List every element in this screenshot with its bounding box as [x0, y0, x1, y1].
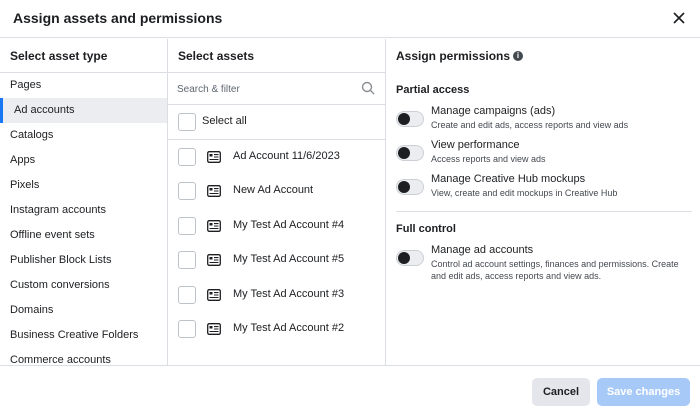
permission-name: View performance	[431, 139, 520, 151]
full-control-title: Full control	[396, 223, 456, 235]
asset-row[interactable]: My Test Ad Account #2	[168, 312, 385, 346]
permission-description: Access reports and view ads	[431, 154, 546, 164]
asset-checkbox[interactable]	[178, 148, 196, 166]
dialog-footer: Cancel Save changes	[0, 367, 700, 416]
ad-account-icon	[207, 323, 221, 335]
asset-label: New Ad Account	[233, 184, 314, 197]
asset-checkbox[interactable]	[178, 182, 196, 201]
permission-description: Control ad account settings, finances an…	[431, 259, 679, 281]
section-divider	[396, 211, 692, 212]
asset-type-pixels[interactable]: Pixels	[0, 173, 167, 198]
asset-type-instagram-accounts[interactable]: Instagram accounts	[0, 198, 167, 223]
permission-toggle[interactable]	[396, 179, 424, 195]
permission-text: Manage campaigns (ads) Create and edit a…	[431, 105, 691, 131]
asset-type-pages[interactable]: Pages	[0, 73, 167, 98]
permission-description: Create and edit ads, access reports and …	[431, 120, 629, 130]
permission-text: View performance Access reports and view…	[431, 139, 691, 165]
asset-type-business-creative-folders[interactable]: Business Creative Folders	[0, 323, 167, 348]
toggle-knob	[398, 252, 410, 264]
permissions-column: Assign permissions i Partial access Manag…	[386, 39, 700, 366]
assign-assets-dialog: Assign assets and permissions Select ass…	[0, 0, 700, 416]
asset-label: Ad Account 11/6/2023	[233, 150, 340, 162]
asset-row[interactable]: My Test Ad Account #3	[168, 278, 385, 312]
permission-text: Manage Creative Hub mockups View, create…	[431, 173, 691, 199]
asset-type-column: Select asset type Pages Ad accounts Cata…	[0, 39, 168, 366]
ad-account-icon	[207, 219, 221, 232]
permission-description: View, create and edit mockups in Creativ…	[431, 188, 618, 198]
dialog-title: Assign assets and permissions	[13, 10, 223, 26]
select-all-label: Select all	[202, 115, 247, 127]
search-row	[168, 73, 385, 105]
asset-row[interactable]: Ad Account 11/6/2023	[168, 140, 385, 174]
asset-type-list: Pages Ad accounts Catalogs Apps Pixels I…	[0, 73, 167, 366]
toggle-knob	[398, 147, 410, 159]
permission-view-performance[interactable]: View performance Access reports and view…	[386, 139, 700, 173]
permission-name: Manage ad accounts	[431, 244, 534, 256]
asset-label: My Test Ad Account #3	[233, 287, 345, 300]
partial-access-title: Partial access	[396, 84, 470, 96]
asset-row[interactable]: My Test Ad Account #5	[168, 243, 385, 277]
assets-header: Select assets	[168, 39, 385, 73]
assets-column: Select assets Select all	[168, 39, 386, 366]
asset-row[interactable]: New Ad Account	[168, 174, 385, 208]
ad-account-icon	[207, 185, 221, 198]
permissions-header-label: Assign permissions	[396, 49, 511, 63]
permissions-header: Assign permissions i	[386, 39, 700, 73]
search-icon[interactable]	[361, 81, 375, 95]
asset-checkbox[interactable]	[178, 216, 196, 235]
info-icon[interactable]: i	[513, 50, 524, 61]
permission-manage-creative-hub[interactable]: Manage Creative Hub mockups View, create…	[386, 173, 700, 207]
asset-type-commerce-accounts[interactable]: Commerce accounts	[0, 348, 167, 366]
asset-label: My Test Ad Account #2	[233, 321, 345, 334]
permission-name: Manage Creative Hub mockups	[431, 173, 586, 185]
asset-type-catalogs[interactable]: Catalogs	[0, 123, 167, 148]
asset-type-domains[interactable]: Domains	[0, 298, 167, 323]
close-icon[interactable]	[670, 9, 688, 27]
dialog-header: Assign assets and permissions	[0, 0, 700, 38]
asset-type-publisher-block-lists[interactable]: Publisher Block Lists	[0, 248, 167, 273]
asset-row[interactable]: My Test Ad Account #4	[168, 209, 385, 243]
ad-account-icon	[207, 288, 221, 301]
permission-manage-ad-accounts[interactable]: Manage ad accounts Control ad account se…	[386, 244, 700, 290]
cancel-button[interactable]: Cancel	[532, 378, 590, 406]
ad-account-icon	[207, 151, 221, 163]
asset-label: My Test Ad Account #4	[233, 218, 345, 231]
search-input[interactable]	[177, 79, 357, 99]
asset-type-offline-event-sets[interactable]: Offline event sets	[0, 223, 167, 248]
dialog-body: Select asset type Pages Ad accounts Cata…	[0, 39, 700, 366]
permission-text: Manage ad accounts Control ad account se…	[431, 244, 691, 282]
asset-checkbox[interactable]	[178, 251, 196, 270]
asset-checkbox[interactable]	[178, 285, 196, 304]
permission-toggle[interactable]	[396, 145, 424, 161]
asset-list: Ad Account 11/6/2023 New Ad Account My T…	[168, 140, 385, 346]
asset-type-apps[interactable]: Apps	[0, 148, 167, 173]
permission-toggle[interactable]	[396, 111, 424, 127]
select-all-row[interactable]: Select all	[168, 105, 385, 140]
select-all-checkbox[interactable]	[178, 113, 196, 131]
ad-account-icon	[207, 254, 221, 267]
toggle-knob	[398, 181, 410, 193]
asset-label: My Test Ad Account #5	[233, 253, 345, 266]
toggle-knob	[398, 113, 410, 125]
permission-toggle[interactable]	[396, 250, 424, 266]
asset-checkbox[interactable]	[178, 319, 196, 338]
save-changes-button[interactable]: Save changes	[597, 378, 690, 406]
asset-type-header: Select asset type	[0, 39, 167, 73]
permission-manage-campaigns[interactable]: Manage campaigns (ads) Create and edit a…	[386, 105, 700, 139]
permission-name: Manage campaigns (ads)	[431, 105, 556, 117]
asset-type-ad-accounts[interactable]: Ad accounts	[0, 98, 167, 123]
asset-type-custom-conversions[interactable]: Custom conversions	[0, 273, 167, 298]
